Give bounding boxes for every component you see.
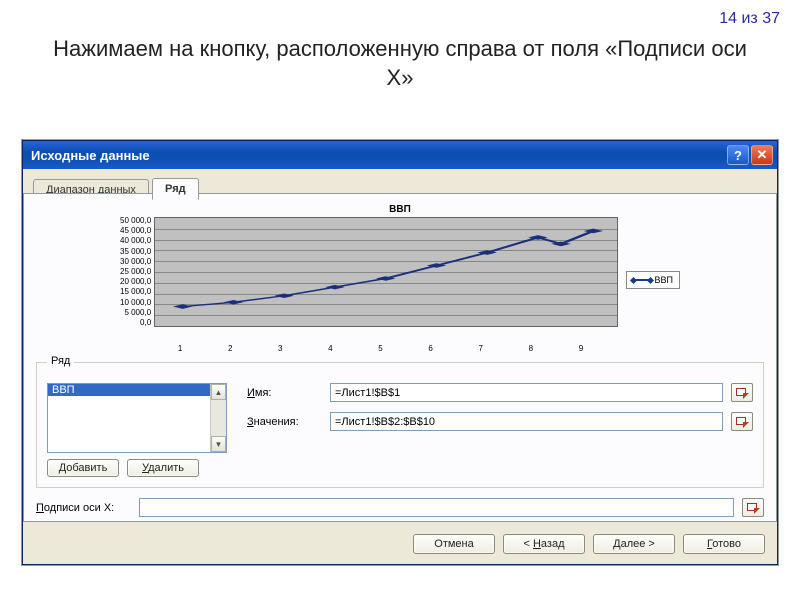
help-button[interactable]: ? bbox=[727, 145, 749, 165]
titlebar: Исходные данные ? ✕ bbox=[23, 141, 777, 169]
chart-title: ВВП bbox=[120, 204, 680, 215]
cancel-button[interactable]: Отмена bbox=[413, 534, 495, 554]
name-input[interactable] bbox=[330, 383, 723, 402]
close-icon: ✕ bbox=[757, 147, 768, 163]
page-counter: 14 из 37 bbox=[719, 10, 780, 28]
dialog-button-row: Отмена < Назад Далее > Готово bbox=[413, 534, 765, 554]
series-listbox[interactable]: ВВП ▲ ▼ bbox=[47, 383, 227, 453]
add-series-button[interactable]: Добавить bbox=[47, 459, 119, 477]
instruction-text: Нажимаем на кнопку, расположенную справа… bbox=[40, 35, 760, 92]
help-icon: ? bbox=[734, 148, 742, 163]
close-button[interactable]: ✕ bbox=[751, 145, 773, 165]
source-data-dialog: Исходные данные ? ✕ Диапазон данных Ряд … bbox=[22, 140, 778, 565]
scrollbar[interactable]: ▲ ▼ bbox=[210, 384, 226, 452]
xlabels-input[interactable] bbox=[139, 498, 734, 517]
chart-preview: ВВП 50 000,045 000,040 000,035 000,030 0… bbox=[120, 204, 680, 354]
xlabels-ref-button[interactable] bbox=[742, 498, 764, 517]
x-axis-ticks: 123456789 bbox=[120, 344, 680, 353]
collapse-dialog-icon bbox=[747, 503, 759, 513]
remove-series-button[interactable]: Удалить bbox=[127, 459, 199, 477]
plot-area bbox=[154, 217, 617, 327]
scroll-up-icon[interactable]: ▲ bbox=[211, 384, 226, 400]
xlabels-label: Подписи оси X: bbox=[36, 502, 131, 514]
dialog-title: Исходные данные bbox=[31, 148, 725, 163]
next-button[interactable]: Далее > bbox=[593, 534, 675, 554]
y-axis-ticks: 50 000,045 000,040 000,035 000,030 000,0… bbox=[120, 217, 154, 327]
scroll-down-icon[interactable]: ▼ bbox=[211, 436, 226, 452]
collapse-dialog-icon bbox=[736, 388, 748, 398]
legend-label: ВВП bbox=[655, 275, 673, 285]
values-ref-button[interactable] bbox=[731, 412, 753, 431]
values-label: Значения: bbox=[247, 416, 322, 428]
list-item[interactable]: ВВП bbox=[48, 384, 226, 396]
tab-series[interactable]: Ряд bbox=[152, 178, 199, 200]
legend-swatch-icon bbox=[633, 279, 651, 281]
series-fieldset: Ряд ВВП ▲ ▼ Добавить Удалить bbox=[36, 362, 764, 488]
values-input[interactable] bbox=[330, 412, 723, 431]
name-ref-button[interactable] bbox=[731, 383, 753, 402]
chart-legend: ВВП bbox=[626, 271, 680, 289]
back-button[interactable]: < Назад bbox=[503, 534, 585, 554]
finish-button[interactable]: Готово bbox=[683, 534, 765, 554]
tab-page-series: ВВП 50 000,045 000,040 000,035 000,030 0… bbox=[23, 193, 777, 522]
collapse-dialog-icon bbox=[736, 417, 748, 427]
series-fieldset-label: Ряд bbox=[47, 355, 74, 367]
name-label: Имя: bbox=[247, 387, 322, 399]
chart-markers bbox=[155, 218, 616, 326]
